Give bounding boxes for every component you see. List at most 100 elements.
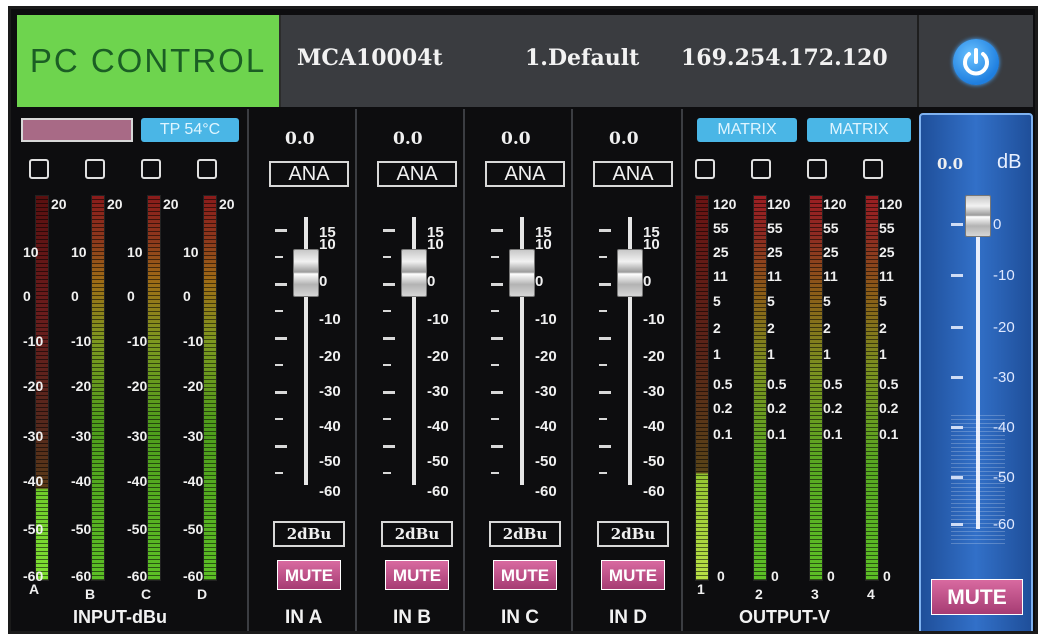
output-tick-label: 55	[823, 220, 839, 236]
fader-scale-dash	[491, 391, 503, 394]
output-tick-label: 0.1	[767, 426, 787, 442]
output-tick-label: 11	[713, 268, 728, 284]
output-4-checkbox[interactable]	[863, 159, 883, 179]
strip-source-selector[interactable]: ANA	[377, 161, 457, 187]
output-tick-label: 25	[713, 244, 729, 260]
fader-scale-dash	[491, 256, 499, 258]
strip-sensitivity[interactable]: 2dBu	[273, 521, 345, 547]
input-tick-label: -50	[127, 521, 148, 537]
header-bar: PC CONTROL MCA10004t 1.Default 169.254.1…	[17, 15, 1033, 107]
preset-name[interactable]: 1.Default	[525, 45, 639, 71]
input-tick-label: 0	[183, 288, 191, 304]
strip-fader-knob[interactable]	[617, 249, 643, 297]
strip-mute-button[interactable]: MUTE	[277, 560, 341, 590]
fader-scale-label: 0	[535, 273, 544, 290]
strip-name: IN B	[393, 607, 431, 628]
input-tick-label: 10	[71, 244, 87, 260]
fader-scale-dash	[275, 310, 283, 312]
strip-gain-value: 0.0	[609, 129, 639, 149]
strip-fader-knob[interactable]	[293, 249, 319, 297]
output-tick-label: 55	[767, 220, 783, 236]
strip-mute-button[interactable]: MUTE	[493, 560, 557, 590]
fader-scale-label: -20	[319, 348, 341, 365]
fader-scale-label: -20	[643, 348, 665, 365]
device-model: MCA10004t	[297, 45, 443, 71]
strip-fader-knob[interactable]	[401, 249, 427, 297]
strip-sensitivity[interactable]: 2dBu	[381, 521, 453, 547]
strip-source-selector[interactable]: ANA	[269, 161, 349, 187]
strip-sensitivity[interactable]: 2dBu	[597, 521, 669, 547]
divider	[681, 109, 683, 631]
power-button[interactable]	[953, 39, 999, 85]
pc-control-button[interactable]: PC CONTROL	[17, 15, 281, 107]
master-scale-label: -20	[993, 319, 1015, 336]
divider	[571, 109, 573, 631]
output-1-checkbox[interactable]	[695, 159, 715, 179]
input-tick-label: -50	[23, 521, 44, 537]
strip-mute-button[interactable]: MUTE	[385, 560, 449, 590]
output-meter-3	[809, 195, 823, 581]
fader-scale-dash	[491, 418, 499, 420]
output-tick-label: 0.5	[713, 376, 733, 392]
input-tick-label: -40	[127, 473, 148, 489]
fader-scale-label: 0	[643, 273, 652, 290]
master-scale-label: -50	[993, 469, 1015, 486]
input-c-checkbox[interactable]	[141, 159, 161, 179]
master-scale-dash	[951, 476, 963, 479]
fader-scale-dash	[275, 391, 287, 394]
fader-scale-dash	[599, 391, 611, 394]
output-tick-label: 0.1	[879, 426, 899, 442]
input-tick-label: -40	[23, 473, 44, 489]
output-tick-label: 1	[823, 346, 831, 362]
strip-fader-knob[interactable]	[509, 249, 535, 297]
fader-scale-dash	[383, 472, 391, 474]
fader-scale-label: -10	[319, 311, 341, 328]
input-tick-label: 10	[23, 244, 39, 260]
output-2-checkbox[interactable]	[751, 159, 771, 179]
fader-scale-dash	[599, 337, 611, 340]
output-label-3: 3	[811, 586, 819, 602]
strip-sensitivity[interactable]: 2dBu	[489, 521, 561, 547]
fader-scale-label: -60	[535, 483, 557, 500]
fader-scale-label: 0	[427, 273, 436, 290]
strip-source-selector[interactable]: ANA	[593, 161, 673, 187]
input-tick-label: -20	[71, 378, 92, 394]
fader-scale-label: 10	[427, 236, 444, 253]
output-tick-label: 2	[767, 320, 775, 336]
fader-scale-label: -40	[535, 418, 557, 435]
output-tick-label: 0.5	[823, 376, 843, 392]
master-fader-knob[interactable]	[965, 195, 991, 237]
input-tick-label: -60	[183, 568, 204, 584]
input-tick-label: -60	[71, 568, 92, 584]
master-scale-dash	[951, 223, 963, 226]
input-a-checkbox[interactable]	[29, 159, 49, 179]
fader-scale-dash	[491, 445, 503, 448]
fader-scale-label: -20	[427, 348, 449, 365]
master-mute-button[interactable]: MUTE	[931, 579, 1023, 615]
master-scale-label: -40	[993, 419, 1015, 436]
master-scale-dash	[951, 376, 963, 379]
fader-scale-label: 0	[319, 273, 328, 290]
input-tick-label: -40	[71, 473, 92, 489]
input-b-checkbox[interactable]	[85, 159, 105, 179]
divider	[247, 109, 249, 631]
fader-scale-dash	[599, 445, 611, 448]
master-scale-dash	[951, 523, 963, 526]
strip-mute-button[interactable]: MUTE	[601, 560, 665, 590]
output-tick-label: 0.5	[767, 376, 787, 392]
channel-label-d: D	[197, 586, 208, 602]
matrix-badge-1[interactable]: MATRIX	[697, 118, 797, 142]
output-3-checkbox[interactable]	[807, 159, 827, 179]
matrix-badge-2[interactable]: MATRIX	[807, 118, 911, 142]
strip-source-selector[interactable]: ANA	[485, 161, 565, 187]
channel-label-c: C	[141, 586, 152, 602]
input-d-checkbox[interactable]	[197, 159, 217, 179]
fader-scale-label: -40	[427, 418, 449, 435]
output-tick-label: 1	[767, 346, 775, 362]
input-tick-label: 20	[163, 196, 179, 212]
input-tick-label: 20	[51, 196, 67, 212]
fader-scale-label: -20	[535, 348, 557, 365]
fader-scale-dash	[275, 283, 287, 286]
fader-scale-dash	[275, 472, 283, 474]
input-level-indicator	[21, 118, 133, 142]
